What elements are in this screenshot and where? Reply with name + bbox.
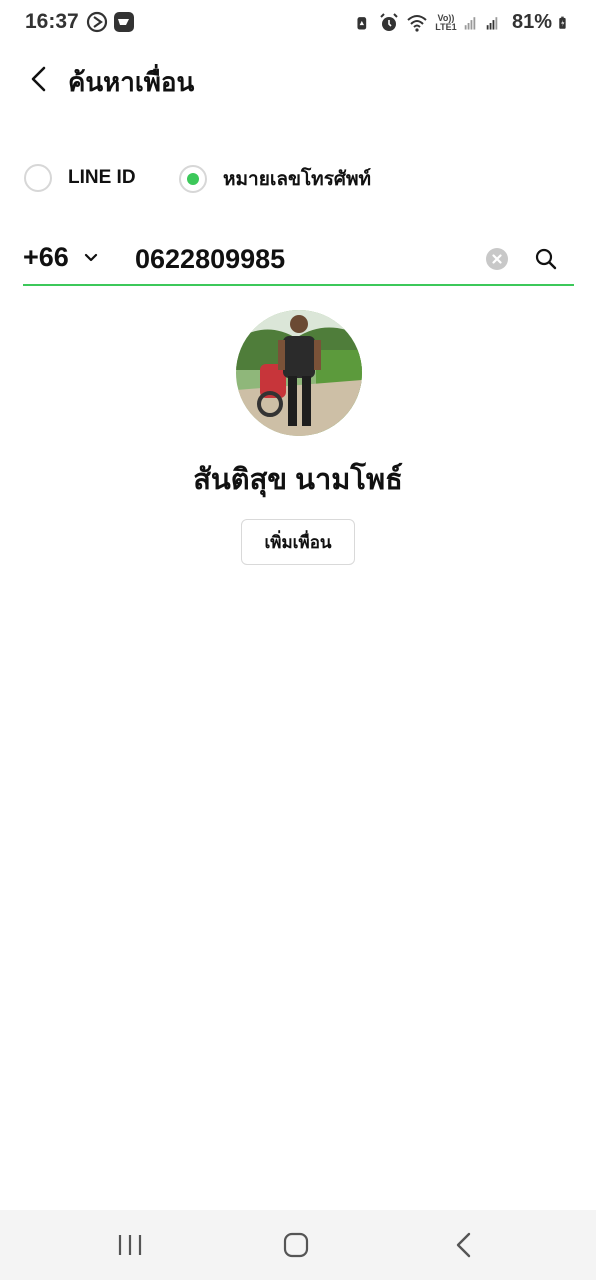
screen-recorder-icon — [86, 11, 108, 33]
radio-label-line-id: LINE ID — [68, 167, 136, 188]
battery-percent: 81% — [511, 11, 552, 33]
radio-circle-selected[interactable] — [179, 165, 207, 193]
system-navigation-bar — [0, 1210, 596, 1280]
wifi-icon — [407, 14, 427, 32]
signal-icon — [464, 16, 476, 30]
profile-photo — [236, 310, 362, 436]
status-bar: 16:37 Vo)) LTE1 81% — [0, 0, 596, 46]
back-icon[interactable] — [444, 1228, 484, 1262]
radio-circle-unselected[interactable] — [24, 164, 52, 192]
alarm-icon — [380, 12, 398, 31]
search-type-selector: LINE ID หมายเลขโทรศัพท์ — [0, 164, 596, 204]
notification-icons — [86, 11, 135, 33]
add-friend-button[interactable]: เพิ่มเพื่อน — [241, 519, 355, 565]
back-button[interactable] — [24, 60, 56, 96]
status-time: 16:37 — [25, 10, 79, 33]
phone-search-field: +66 — [23, 236, 574, 286]
app-notification-icon — [114, 12, 134, 32]
result-name: สันติสุข นามโพธ์ — [193, 464, 403, 496]
app-header: ค้นหาเพื่อน — [0, 52, 596, 104]
system-icons: Vo)) LTE1 81% — [356, 11, 572, 34]
home-icon[interactable] — [276, 1228, 316, 1262]
radio-label-phone-number: หมายเลขโทรศัพท์ — [223, 169, 372, 190]
search-icon[interactable] — [534, 247, 558, 271]
battery-charging-icon — [559, 16, 566, 29]
page-title: ค้นหาเพื่อน — [68, 67, 195, 97]
volte-label: Vo)) LTE1 — [435, 12, 457, 32]
profile-avatar — [236, 310, 362, 436]
clear-circle-icon — [492, 254, 502, 264]
country-code: +66 — [23, 242, 69, 272]
radio-selected-dot — [187, 173, 199, 185]
phone-number-input[interactable] — [135, 240, 475, 278]
chevron-down-icon — [84, 253, 97, 261]
radio-line-id[interactable]: LINE ID — [24, 164, 136, 192]
radio-phone-number[interactable]: หมายเลขโทรศัพท์ — [179, 164, 371, 194]
clear-button[interactable] — [486, 248, 508, 270]
recent-apps-icon[interactable] — [110, 1228, 150, 1262]
signal-icon — [486, 16, 498, 30]
data-saver-icon — [357, 16, 367, 30]
country-code-dropdown[interactable]: +66 — [23, 242, 99, 273]
